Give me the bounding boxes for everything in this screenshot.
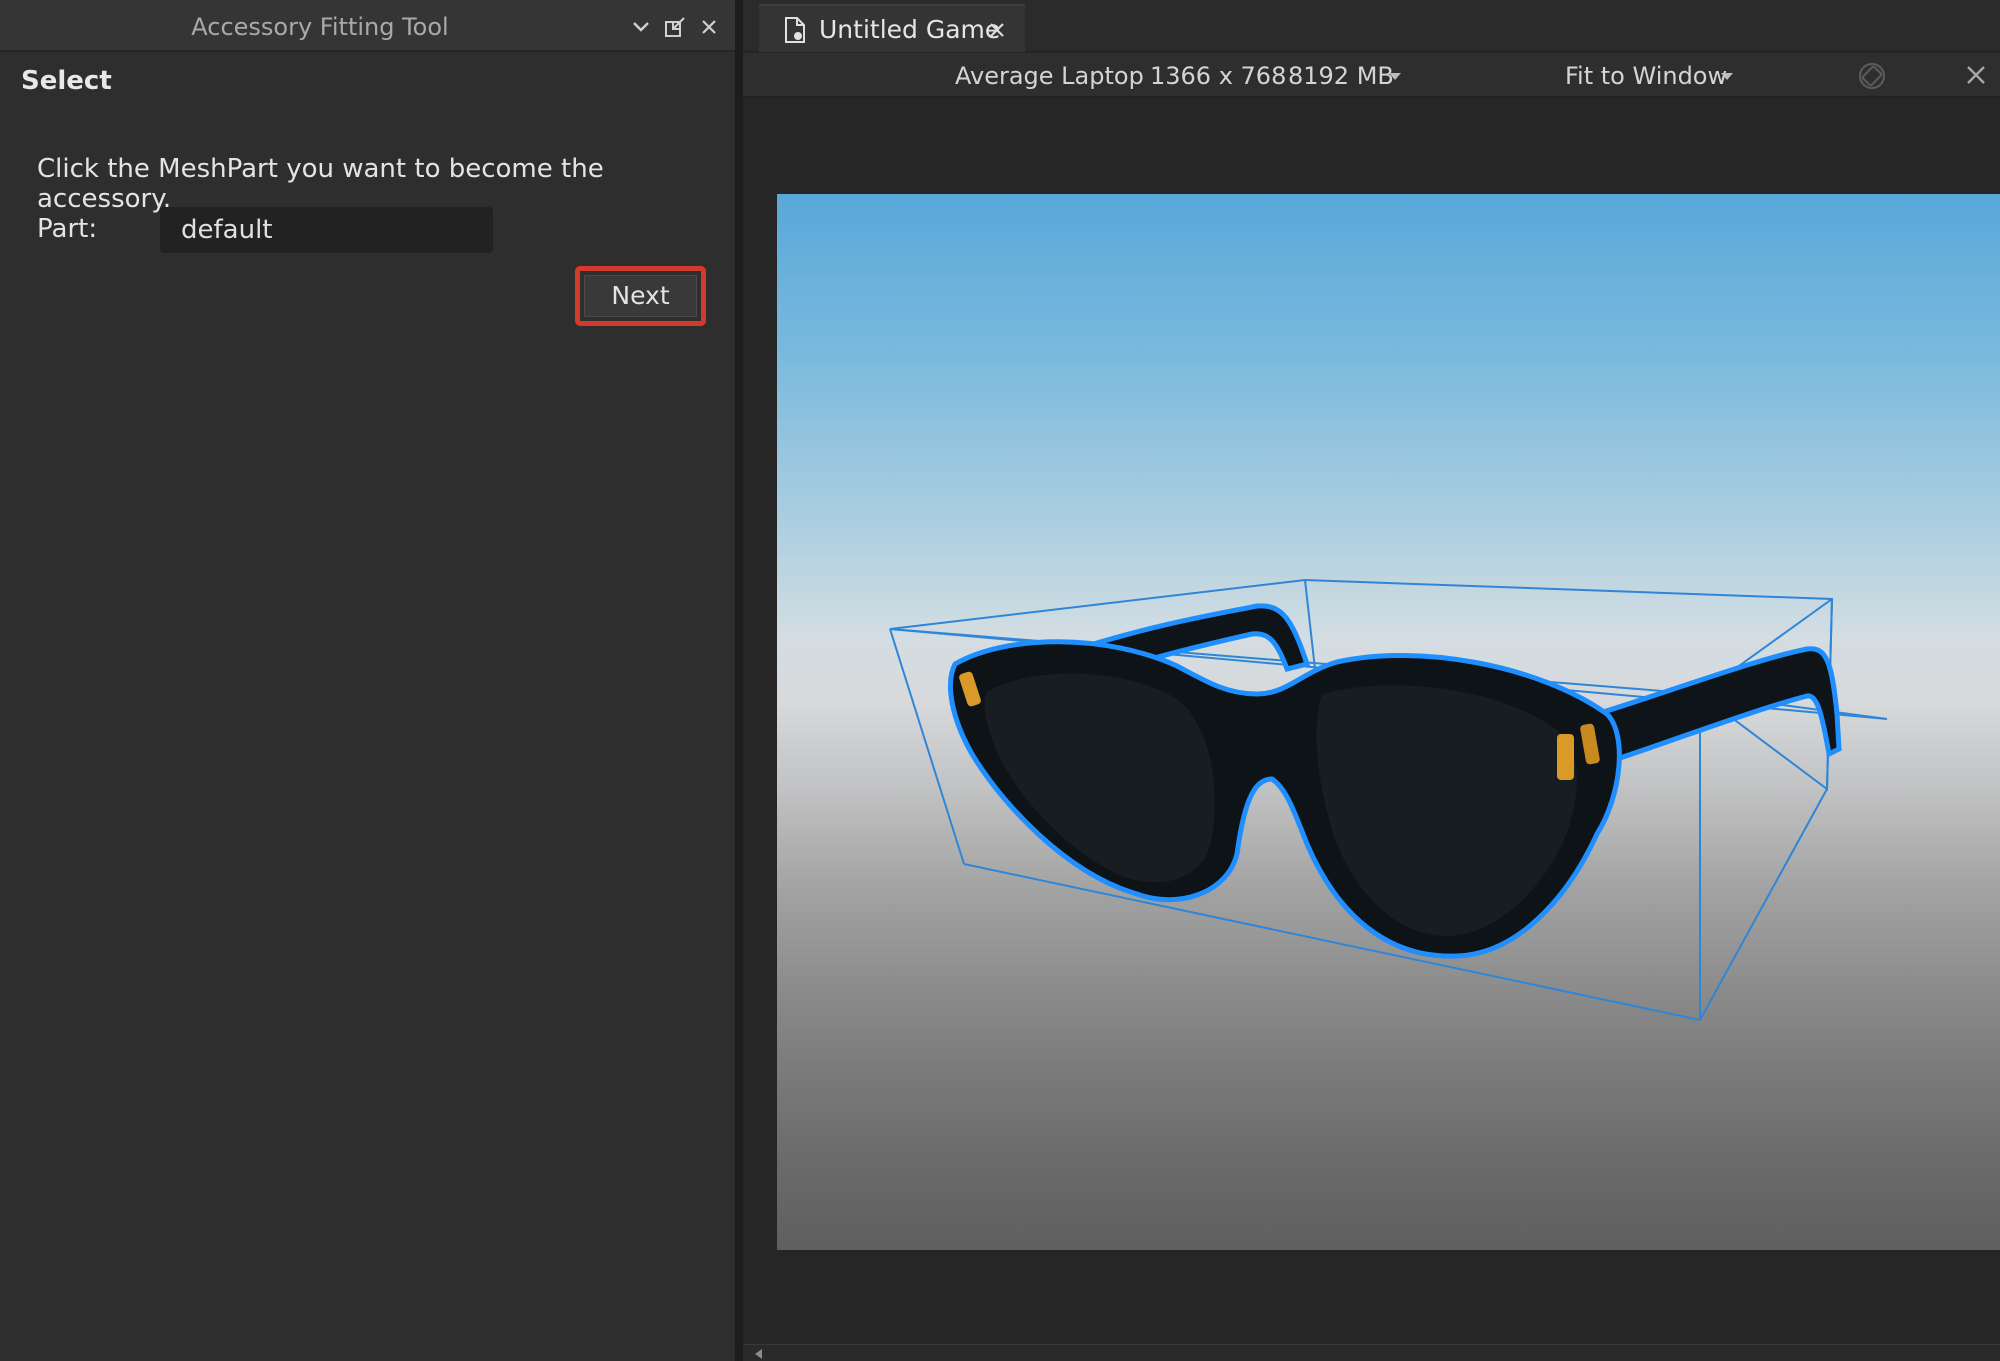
chevron-down-icon: [633, 22, 649, 32]
next-button[interactable]: Next: [584, 275, 697, 317]
panel-titlebar: Accessory Fitting Tool: [0, 0, 735, 52]
device-emulation-bar: Average Laptop 1366 x 768 8192 MB Fit to…: [743, 53, 2000, 98]
document-icon: [785, 17, 805, 43]
tab-untitled-game[interactable]: Untitled Game: [759, 4, 1025, 52]
close-icon: [702, 20, 716, 34]
close-icon[interactable]: [1965, 64, 1987, 86]
dock-icon: [665, 17, 685, 37]
part-label: Part:: [37, 214, 98, 244]
memory-selector[interactable]: 8192 MB: [1288, 53, 1394, 98]
accessory-fitting-panel: Accessory Fitting Tool Select Click the …: [0, 0, 735, 1361]
section-header: Select: [21, 66, 112, 96]
tab-label: Untitled Game: [819, 15, 1001, 44]
chevron-down-icon[interactable]: [1721, 73, 1733, 80]
studio-window: Accessory Fitting Tool Select Click the …: [0, 0, 2000, 1361]
panel-splitter[interactable]: [735, 0, 743, 1361]
panel-close-button[interactable]: [695, 13, 723, 41]
dock-button[interactable]: [661, 13, 689, 41]
rotate-device-icon[interactable]: [1857, 61, 1887, 91]
chevron-down-icon[interactable]: [1389, 73, 1401, 80]
game-viewport[interactable]: [777, 194, 2000, 1250]
sunglasses-meshpart[interactable]: [777, 194, 2000, 1250]
horizontal-scrollbar[interactable]: [743, 1344, 2000, 1361]
tab-strip: Untitled Game: [743, 0, 2000, 52]
panel-title: Accessory Fitting Tool: [191, 13, 449, 41]
game-view: Untitled Game Average Laptop 1366 x 768 …: [743, 0, 2000, 1361]
fit-selector[interactable]: Fit to Window: [1565, 53, 1727, 98]
part-field[interactable]: default: [160, 207, 493, 253]
device-selector[interactable]: Average Laptop: [955, 53, 1144, 98]
instruction-text: Click the MeshPart you want to become th…: [37, 154, 604, 214]
close-icon[interactable]: [988, 21, 1006, 39]
resolution-label: 1366 x 768: [1150, 62, 1287, 90]
collapse-button[interactable]: [627, 13, 655, 41]
scroll-left-icon[interactable]: [755, 1349, 762, 1359]
glasses-geometry: [947, 603, 1842, 959]
